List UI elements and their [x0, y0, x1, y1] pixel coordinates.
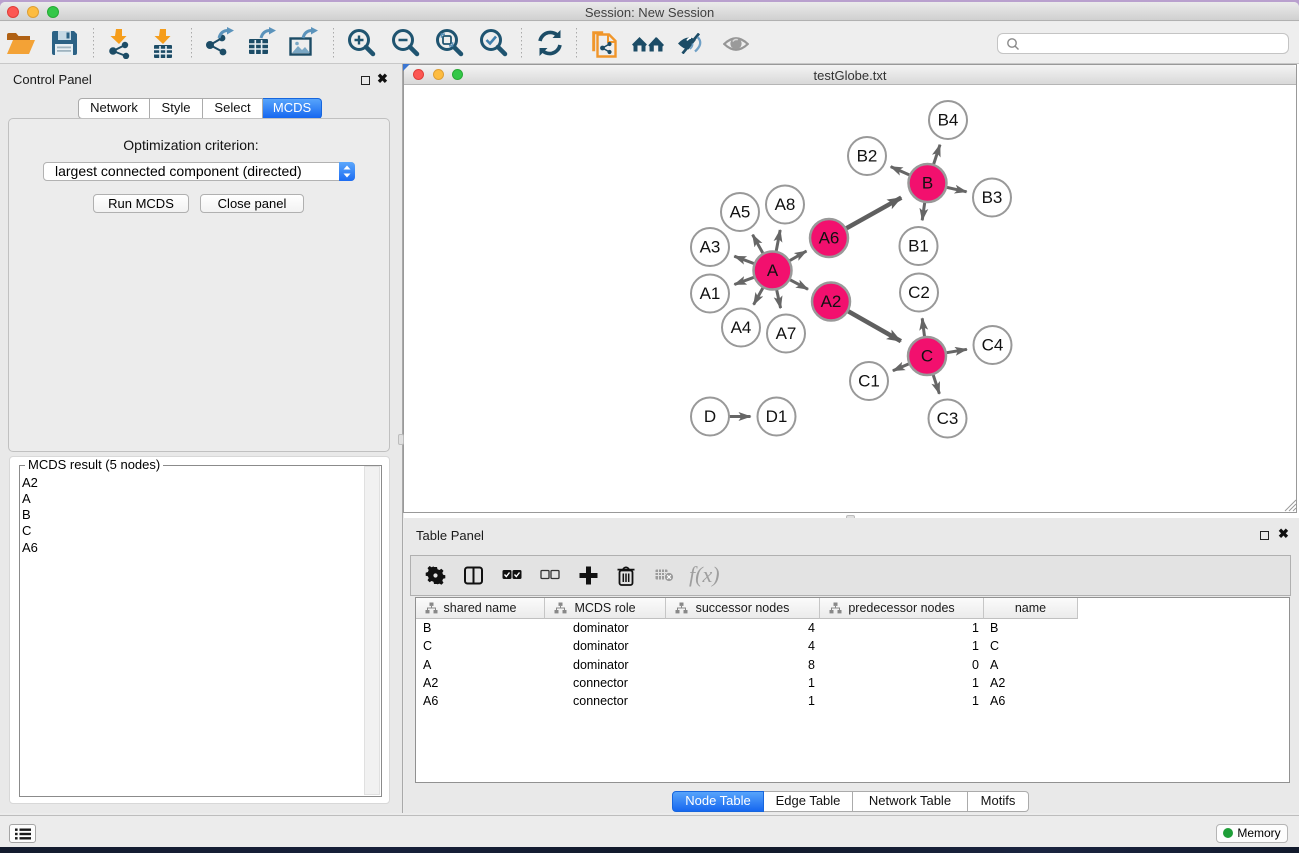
svg-text:C: C: [921, 347, 933, 366]
svg-text:A6: A6: [819, 229, 840, 248]
svg-text:B1: B1: [908, 237, 929, 256]
svg-text:D1: D1: [766, 407, 788, 426]
svg-text:B2: B2: [857, 147, 878, 166]
svg-text:C4: C4: [982, 336, 1004, 355]
svg-text:B: B: [922, 174, 933, 193]
svg-text:A7: A7: [776, 324, 797, 343]
svg-text:A2: A2: [821, 292, 842, 311]
svg-text:A3: A3: [700, 238, 721, 257]
svg-text:A5: A5: [730, 203, 751, 222]
svg-text:C1: C1: [858, 372, 880, 391]
svg-text:D: D: [704, 407, 716, 426]
svg-text:C3: C3: [937, 409, 959, 428]
svg-text:C2: C2: [908, 283, 930, 302]
svg-text:A1: A1: [700, 284, 721, 303]
svg-text:A: A: [767, 261, 779, 280]
svg-text:A8: A8: [775, 195, 796, 214]
svg-text:B4: B4: [938, 111, 959, 130]
svg-text:B3: B3: [982, 188, 1003, 207]
svg-text:A4: A4: [731, 318, 752, 337]
